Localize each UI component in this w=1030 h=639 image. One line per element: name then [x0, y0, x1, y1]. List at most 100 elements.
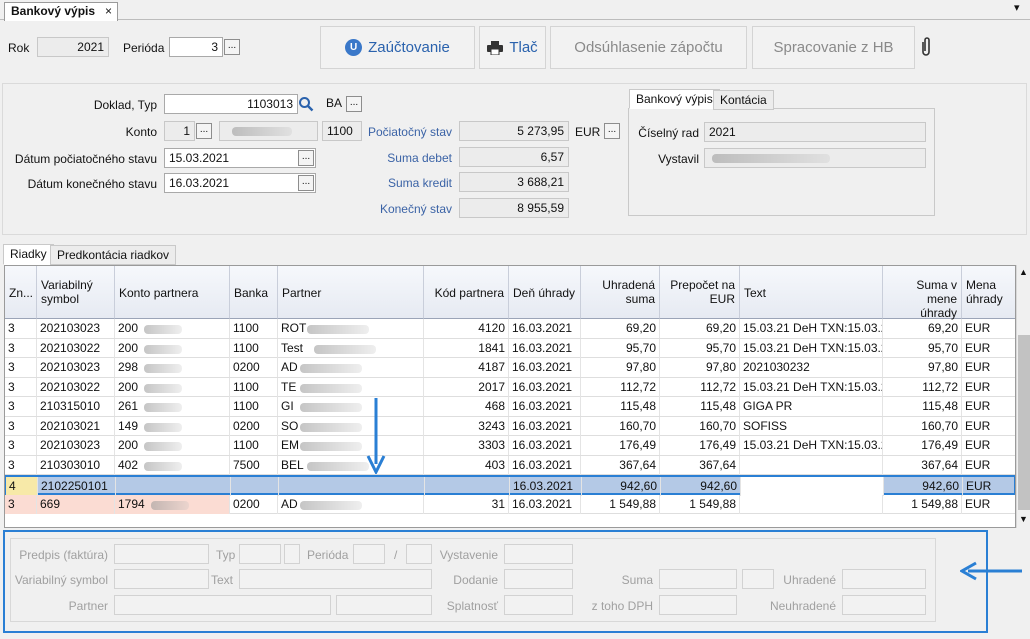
tlac-button[interactable]: Tlač [479, 26, 546, 69]
cell-text[interactable] [741, 477, 884, 496]
cell-banka[interactable]: 1100 [230, 436, 278, 455]
cell-text[interactable]: 2021030232 [740, 358, 883, 377]
cell-kod[interactable]: 403 [424, 455, 509, 475]
cell-den[interactable]: 16.03.2021 [509, 416, 581, 436]
rok-field[interactable]: 2021 [37, 37, 109, 57]
cell-banka[interactable]: 0200 [230, 416, 278, 436]
cell-zn[interactable]: 3 [5, 416, 37, 436]
scroll-down-icon[interactable]: ▼ [1019, 514, 1028, 524]
cell-banka[interactable] [231, 477, 279, 496]
datum-konecneho-field[interactable]: 16.03.2021 [164, 173, 316, 193]
typ-field[interactable]: BA [322, 94, 346, 114]
cell-suma[interactable]: 69,20 [581, 319, 660, 338]
cell-text[interactable]: GIGA PR [740, 397, 883, 416]
col-header-banka[interactable]: Banka [230, 266, 278, 319]
cell-text[interactable]: 15.03.21 DeH TXN:15.03.2... [740, 338, 883, 358]
cell-suma[interactable]: 95,70 [581, 338, 660, 358]
cell-vs[interactable]: 669 [37, 494, 115, 514]
col-header-suma-v-mene[interactable]: Suma v mene úhrady [883, 266, 962, 320]
konto-code-field[interactable]: 1100 [322, 121, 362, 141]
cell-vs[interactable]: 202103021 [37, 416, 115, 436]
col-header-text[interactable]: Text [740, 266, 883, 319]
cell-mena[interactable]: EUR [962, 397, 1015, 416]
cell-zn[interactable]: 3 [5, 494, 37, 514]
cell-text[interactable] [740, 455, 883, 475]
cell-kod[interactable]: 31 [424, 494, 509, 514]
cell-suma[interactable]: 1 549,88 [581, 494, 660, 514]
cell-konto[interactable] [116, 477, 231, 496]
cell-eur[interactable]: 367,64 [660, 455, 740, 475]
perioda-picker-button[interactable]: ... [224, 39, 240, 55]
cell-text[interactable]: 15.03.21 DeH TXN:15.03.2... [740, 436, 883, 455]
cell-mena-suma[interactable]: 367,64 [883, 455, 962, 475]
cell-den[interactable]: 16.03.2021 [509, 377, 581, 397]
col-header-mena-uhrady[interactable]: Mena úhrady [962, 266, 1015, 319]
table-row[interactable]: 3 202103023 200 1100 EM 3303 16.03.2021 176,49 1… [5, 436, 1015, 456]
cell-zn[interactable]: 3 [5, 358, 37, 377]
cell-suma[interactable]: 112,72 [581, 377, 660, 397]
spracovanie-z-hb-button[interactable]: Spracovanie z HB [752, 26, 915, 69]
cell-den[interactable]: 16.03.2021 [510, 477, 582, 496]
grid-scrollbar[interactable]: ▲ ▼ [1016, 265, 1030, 528]
cell-kod[interactable]: 4120 [424, 319, 509, 338]
cell-suma[interactable]: 160,70 [581, 416, 660, 436]
cell-eur[interactable]: 97,80 [660, 358, 740, 377]
col-header-uhradena-suma[interactable]: Uhradená suma [581, 266, 660, 319]
col-header-konto-partnera[interactable]: Konto partnera [115, 266, 230, 319]
cell-text[interactable]: SOFISS [740, 416, 883, 436]
cell-mena-suma[interactable]: 942,60 [884, 477, 963, 496]
cell-vs[interactable]: 210303010 [37, 455, 115, 475]
col-header-partner[interactable]: Partner [278, 266, 424, 319]
cell-banka[interactable]: 1100 [230, 338, 278, 358]
cell-eur[interactable]: 95,70 [660, 338, 740, 358]
col-header-zn[interactable]: Zn... [5, 266, 37, 319]
cell-kod[interactable] [425, 477, 510, 496]
cell-mena[interactable]: EUR [962, 495, 1015, 514]
ciselny-rad-field[interactable]: 2021 [704, 122, 926, 142]
tab-predkontacia-riadkov[interactable]: Predkontácia riadkov [50, 245, 177, 265]
cell-banka[interactable]: 0200 [230, 358, 278, 377]
cell-suma[interactable]: 942,60 [582, 477, 661, 496]
cell-mena-suma[interactable]: 160,70 [883, 416, 962, 436]
cell-mena-suma[interactable]: 115,48 [883, 397, 962, 416]
cell-eur[interactable]: 1 549,88 [660, 494, 740, 514]
cell-den[interactable]: 16.03.2021 [509, 494, 581, 514]
cell-mena-suma[interactable]: 69,20 [883, 319, 962, 338]
riadky-grid[interactable]: Zn... Variabilný symbol Konto partnera B… [4, 265, 1016, 528]
perioda-field[interactable]: 3 [169, 37, 223, 57]
cell-eur[interactable]: 160,70 [660, 416, 740, 436]
cell-suma[interactable]: 97,80 [581, 358, 660, 377]
table-row[interactable]: 3 669 1794 0200 AD 31 16.03.2021 1 549,88 1 549,… [5, 494, 1015, 514]
cell-mena-suma[interactable]: 112,72 [883, 377, 962, 397]
cell-mena[interactable]: EUR [962, 436, 1015, 455]
cell-vs[interactable]: 202103023 [37, 436, 115, 455]
cell-mena-suma[interactable]: 176,49 [883, 436, 962, 455]
cell-kod[interactable]: 2017 [424, 377, 509, 397]
cell-eur[interactable]: 176,49 [660, 436, 740, 455]
table-row[interactable]: 4 2102250101 16.03.2021 942,60 942,60 942,60 E… [5, 475, 1015, 496]
cell-vs[interactable]: 210315010 [37, 397, 115, 416]
cell-banka[interactable]: 0200 [230, 494, 278, 514]
doc-tab-bankovy-vypis[interactable]: Bankový výpis × [4, 2, 118, 21]
cell-text[interactable]: 15.03.21 DeH TXN:15.03.2... [740, 319, 883, 338]
cell-mena[interactable]: EUR [962, 339, 1015, 358]
cell-den[interactable]: 16.03.2021 [509, 397, 581, 416]
cell-mena-suma[interactable]: 95,70 [883, 338, 962, 358]
cell-banka[interactable]: 1100 [230, 319, 278, 338]
table-row[interactable]: 3 202103021 149 0200 SO 3243 16.03.2021 160,70 1… [5, 416, 1015, 436]
cell-mena[interactable]: EUR [962, 417, 1015, 436]
cell-mena-suma[interactable]: 1 549,88 [883, 494, 962, 514]
cell-mena[interactable]: EUR [962, 378, 1015, 397]
cell-suma[interactable]: 115,48 [581, 397, 660, 416]
cell-zn[interactable]: 3 [5, 319, 37, 338]
cell-mena[interactable]: EUR [963, 477, 1015, 496]
col-header-kod-partnera[interactable]: Kód partnera [424, 266, 509, 319]
cell-kod[interactable]: 3303 [424, 436, 509, 455]
cell-partner[interactable] [279, 477, 425, 496]
cell-den[interactable]: 16.03.2021 [509, 338, 581, 358]
typ-picker-button[interactable]: ... [346, 96, 362, 112]
search-icon[interactable] [298, 96, 314, 112]
cell-banka[interactable]: 1100 [230, 377, 278, 397]
konto-picker-button[interactable]: ... [196, 123, 212, 139]
cell-zn[interactable]: 3 [5, 436, 37, 455]
